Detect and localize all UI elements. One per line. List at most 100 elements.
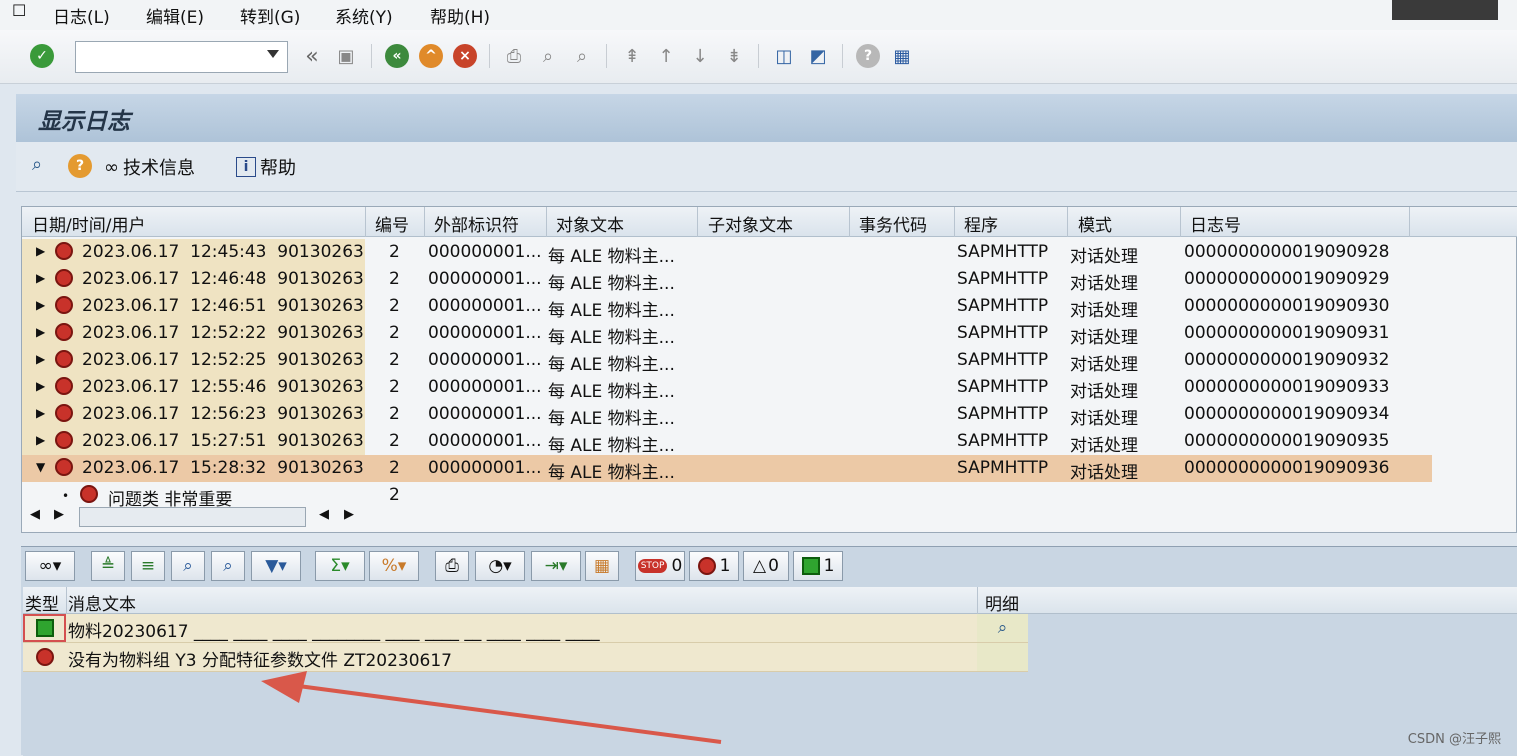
cell-num: 2: [389, 350, 400, 370]
help-circle-icon[interactable]: ?: [68, 154, 92, 178]
error-count: 1: [719, 556, 731, 576]
cell-mode: 对话处理: [1070, 463, 1138, 483]
menu-log[interactable]: 日志(L): [53, 3, 110, 28]
expand-icon[interactable]: ▶: [36, 298, 45, 312]
menu-help[interactable]: 帮助(H): [430, 3, 490, 28]
prev-page-icon[interactable]: ↑: [652, 42, 680, 70]
scroll-right2-icon[interactable]: ▶: [344, 507, 354, 522]
collapse-icon[interactable]: ▼: [36, 460, 45, 474]
error-filter-button[interactable]: 1: [689, 551, 739, 581]
horizontal-scrollbar[interactable]: ◀ ▶ ◀ ▶: [22, 504, 367, 530]
subtotal-dropdown[interactable]: %▾: [369, 551, 419, 581]
shortcut-icon[interactable]: ◩: [804, 42, 832, 70]
col-tcode[interactable]: 事务代码: [859, 211, 927, 236]
cell-prog: SAPMHTTP: [957, 458, 1049, 478]
layout-icon[interactable]: ▦: [585, 551, 619, 581]
menu-system[interactable]: 系统(Y): [335, 3, 393, 28]
tech-info-button[interactable]: ∞ 技术信息: [104, 154, 195, 180]
message-row[interactable]: 物料20230617 ____ ____ ____ ________ ____ …: [23, 614, 1028, 643]
table-row[interactable]: ▶ 2023.06.17 12:52:25 90130263 2 000000001.…: [22, 347, 1432, 375]
print-icon[interactable]: ⎙: [435, 551, 469, 581]
next-page-icon[interactable]: ↓: [686, 42, 714, 70]
find-next-icon[interactable]: ⌕: [211, 551, 245, 581]
error-icon: [55, 377, 73, 400]
filter-dropdown[interactable]: ▼▾: [251, 551, 301, 581]
cancel-icon[interactable]: ×: [451, 42, 479, 70]
cell-log: 0000000000019090928: [1184, 242, 1390, 262]
col-program[interactable]: 程序: [964, 211, 998, 236]
scroll-right-icon[interactable]: ▶: [54, 507, 64, 522]
separator: [371, 44, 372, 68]
stop-filter-button[interactable]: STOP 0: [635, 551, 685, 581]
menu-icon[interactable]: ☐: [12, 1, 26, 20]
table-row[interactable]: ▶ 2023.06.17 12:46:51 90130263 2 000000001.…: [22, 293, 1432, 321]
table-row[interactable]: ▶ 2023.06.17 12:46:48 90130263 2 000000001.…: [22, 266, 1432, 294]
menu-edit[interactable]: 编辑(E): [146, 3, 204, 28]
error-icon: [55, 242, 73, 265]
success-filter-button[interactable]: 1: [793, 551, 843, 581]
collapse-icon[interactable]: «: [298, 42, 326, 70]
expand-icon[interactable]: ▶: [36, 379, 45, 393]
help-icon[interactable]: ?: [854, 42, 882, 70]
first-page-icon[interactable]: ⇞: [618, 42, 646, 70]
col-external-id[interactable]: 外部标识符: [434, 211, 519, 236]
col-log-number[interactable]: 日志号: [1190, 211, 1241, 236]
info-icon: i: [236, 157, 256, 177]
col-number[interactable]: 编号: [375, 211, 409, 236]
expand-icon[interactable]: ▶: [36, 271, 45, 285]
table-row[interactable]: ▶ 2023.06.17 12:55:46 90130263 2 000000001.…: [22, 374, 1432, 402]
sort-desc-icon[interactable]: ≡: [131, 551, 165, 581]
last-page-icon[interactable]: ⇟: [720, 42, 748, 70]
export-dropdown[interactable]: ⇥▾: [531, 551, 581, 581]
help-button[interactable]: i 帮助: [236, 154, 296, 180]
cell-log: 0000000000019090933: [1184, 377, 1390, 397]
expand-icon[interactable]: ▶: [36, 325, 45, 339]
find-icon[interactable]: ⌕: [534, 42, 562, 70]
child-number: 2: [389, 485, 400, 505]
exit-icon[interactable]: ^: [417, 42, 445, 70]
scroll-left-icon[interactable]: ◀: [30, 507, 40, 522]
back-icon[interactable]: «: [383, 42, 411, 70]
cell-obj: 每 ALE 物料主...: [548, 247, 675, 267]
col-subobject-text[interactable]: 子对象文本: [708, 211, 793, 236]
col-type[interactable]: 类型: [25, 590, 59, 615]
find-icon[interactable]: ⌕: [171, 551, 205, 581]
window-control-area: [1392, 0, 1498, 20]
table-row[interactable]: ▼ 2023.06.17 15:28:32 90130263 2 000000001.…: [22, 455, 1432, 483]
sort-asc-icon[interactable]: ≜: [91, 551, 125, 581]
scroll-left2-icon[interactable]: ◀: [319, 507, 329, 522]
command-field[interactable]: [75, 41, 288, 73]
save-icon[interactable]: ▣: [332, 42, 360, 70]
detail-magnifier-icon[interactable]: ⌕: [977, 614, 1028, 642]
tech-info-dropdown[interactable]: ∞▾: [25, 551, 75, 581]
table-row[interactable]: ▶ 2023.06.17 12:56:23 90130263 2 000000001.…: [22, 401, 1432, 429]
datetime-user: 2023.06.17 12:52:25 90130263: [82, 350, 364, 370]
expand-icon[interactable]: ▶: [36, 244, 45, 258]
chevron-down-icon[interactable]: [267, 50, 279, 58]
expand-icon[interactable]: ▶: [36, 406, 45, 420]
success-icon: [23, 614, 66, 642]
find-next-icon[interactable]: ⌕: [568, 42, 596, 70]
menu-goto[interactable]: 转到(G): [240, 3, 300, 28]
expand-icon[interactable]: ▶: [36, 433, 45, 447]
col-object-text[interactable]: 对象文本: [556, 211, 624, 236]
scroll-thumb[interactable]: [79, 507, 306, 527]
table-row[interactable]: ▶ 2023.06.17 12:52:22 90130263 2 000000001.…: [22, 320, 1432, 348]
cell-ext: 000000001...: [428, 242, 542, 262]
print-icon[interactable]: ⎙: [500, 42, 528, 70]
col-message-text[interactable]: 消息文本: [68, 590, 136, 615]
table-row[interactable]: ▶ 2023.06.17 12:45:43 90130263 2 000000001.…: [22, 239, 1432, 267]
detail-magnifier-icon[interactable]: ⌕: [32, 154, 42, 175]
view-dropdown[interactable]: ◔▾: [475, 551, 525, 581]
layout-icon[interactable]: ▦: [888, 42, 916, 70]
table-row[interactable]: ▶ 2023.06.17 15:27:51 90130263 2 000000001.…: [22, 428, 1432, 456]
new-session-icon[interactable]: ◫: [770, 42, 798, 70]
enter-icon[interactable]: ✓: [28, 42, 56, 70]
col-mode[interactable]: 模式: [1078, 211, 1112, 236]
warning-filter-button[interactable]: △ 0: [743, 551, 789, 581]
expand-icon[interactable]: ▶: [36, 352, 45, 366]
col-detail[interactable]: 明细: [985, 590, 1019, 615]
sum-dropdown[interactable]: Σ▾: [315, 551, 365, 581]
tech-info-label: 技术信息: [123, 158, 195, 179]
col-datetime-user[interactable]: 日期/时间/用户: [32, 211, 145, 236]
